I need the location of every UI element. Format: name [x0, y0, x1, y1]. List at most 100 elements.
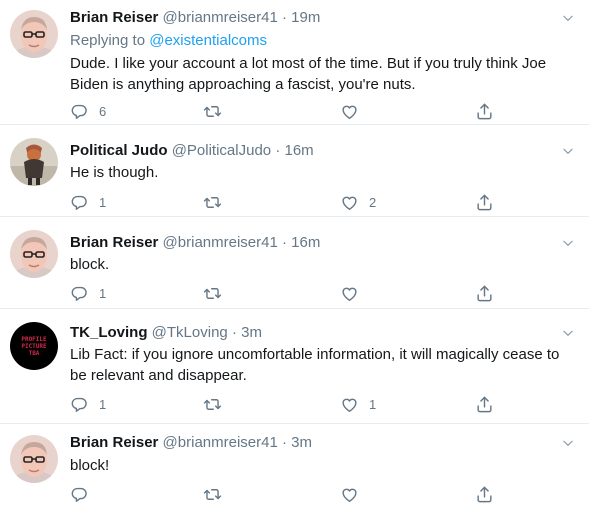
chevron-down-icon[interactable]: [561, 236, 575, 250]
avatar-text: PICTURE: [21, 342, 47, 350]
timestamp[interactable]: 19m: [291, 9, 320, 26]
chevron-down-icon[interactable]: [561, 436, 575, 450]
separator: ·: [282, 9, 287, 26]
retweet-icon: [203, 102, 222, 121]
tweet-actions: [0, 484, 589, 504]
share-icon: [475, 284, 494, 303]
separator: ·: [275, 142, 281, 159]
tweet-text: Dude. I like your account a lot most of …: [70, 53, 570, 95]
tweet-text: block!: [70, 455, 570, 476]
tweet-text-line: block.: [70, 256, 110, 273]
tweet-header: Brian Reiser @brianmreiser41 · 16m: [70, 233, 320, 253]
tweet-text-line: He is though.: [70, 164, 159, 181]
reply-icon: [70, 395, 89, 414]
heart-icon: [340, 485, 359, 504]
reply-icon: [70, 485, 89, 504]
like-button[interactable]: 2: [340, 192, 376, 212]
display-name[interactable]: Brian Reiser: [70, 234, 158, 251]
tweet-text-line: Biden is anything approaching a fascist,…: [70, 76, 416, 93]
user-handle[interactable]: @brianmreiser41: [163, 234, 278, 251]
reply-count: 6: [99, 103, 107, 119]
reply-icon: [70, 102, 89, 121]
chevron-down-icon[interactable]: [561, 326, 575, 340]
reply-button[interactable]: 6: [70, 101, 106, 121]
tweet-text-line: block!: [70, 457, 110, 474]
like-button[interactable]: [340, 283, 369, 303]
avatar[interactable]: [10, 138, 58, 186]
tweet-text: He is though.: [70, 162, 570, 183]
share-icon: [475, 485, 494, 504]
tweet-brian-reiser-2[interactable]: Brian Reiser @brianmreiser41 · 16m block…: [0, 217, 589, 309]
tweet-brian-reiser-1[interactable]: Brian Reiser @brianmreiser41 · 19m Reply…: [0, 0, 589, 125]
tweet-actions: 6: [0, 101, 589, 121]
like-button[interactable]: [340, 484, 369, 504]
reply-count: 1: [99, 396, 107, 412]
share-icon: [475, 395, 494, 414]
tweet-political-judo[interactable]: Political Judo @PoliticalJudo · 16m He i…: [0, 125, 589, 217]
retweet-button[interactable]: [203, 394, 232, 414]
share-button[interactable]: [475, 192, 494, 212]
reply-icon: [70, 193, 89, 212]
avatar[interactable]: [10, 230, 58, 278]
replying-to: Replying to @existentialcoms: [70, 31, 267, 51]
tweet-tk-loving[interactable]: PROFILE PICTURE TBA TK_Loving @TkLoving …: [0, 309, 589, 424]
tweet-actions: 1 2: [0, 192, 589, 212]
tweet-text-line: be relevant and disappear.: [70, 367, 247, 384]
share-button[interactable]: [475, 484, 494, 504]
replying-to-label: Replying to: [70, 32, 146, 49]
like-count: 2: [369, 194, 377, 210]
user-handle[interactable]: @PoliticalJudo: [172, 142, 271, 159]
user-handle[interactable]: @brianmreiser41: [163, 434, 278, 451]
retweet-icon: [203, 284, 222, 303]
retweet-icon: [203, 193, 222, 212]
retweet-button[interactable]: [203, 101, 232, 121]
reply-button[interactable]: 1: [70, 192, 106, 212]
timestamp[interactable]: 3m: [241, 324, 262, 341]
chevron-down-icon[interactable]: [561, 11, 575, 25]
tweet-text: Lib Fact: if you ignore uncomfortable in…: [70, 344, 570, 386]
timestamp[interactable]: 3m: [291, 434, 312, 451]
separator: ·: [231, 324, 237, 341]
like-button[interactable]: 1: [340, 394, 376, 414]
like-button[interactable]: [340, 101, 369, 121]
avatar[interactable]: [10, 435, 58, 483]
timestamp[interactable]: 16m: [284, 142, 313, 159]
reply-icon: [70, 284, 89, 303]
display-name[interactable]: Brian Reiser: [70, 9, 158, 26]
tweet-header: TK_Loving @TkLoving · 3m: [70, 323, 262, 343]
retweet-button[interactable]: [203, 283, 232, 303]
avatar[interactable]: [10, 10, 58, 58]
tweet-header: Political Judo @PoliticalJudo · 16m: [70, 141, 314, 161]
display-name[interactable]: Political Judo: [70, 142, 168, 159]
share-button[interactable]: [475, 283, 494, 303]
reply-button[interactable]: 1: [70, 394, 106, 414]
user-handle[interactable]: @TkLoving: [152, 324, 228, 341]
tweet-header: Brian Reiser @brianmreiser41 · 3m: [70, 433, 312, 453]
tweet-text: block.: [70, 254, 570, 275]
reply-count: 1: [99, 285, 107, 301]
heart-icon: [340, 284, 359, 303]
reply-button[interactable]: [70, 484, 99, 504]
timestamp[interactable]: 16m: [291, 234, 320, 251]
separator: ·: [282, 234, 287, 251]
tweet-brian-reiser-3[interactable]: Brian Reiser @brianmreiser41 · 3m block!: [0, 424, 589, 508]
user-handle[interactable]: @brianmreiser41: [163, 9, 278, 26]
replying-to-link[interactable]: @existentialcoms: [149, 32, 267, 49]
retweet-button[interactable]: [203, 484, 232, 504]
tweet-text-line: Lib Fact: if you ignore uncomfortable in…: [70, 346, 560, 363]
reply-button[interactable]: 1: [70, 283, 106, 303]
chevron-down-icon[interactable]: [561, 144, 575, 158]
tweet-header: Brian Reiser @brianmreiser41 · 19m: [70, 8, 320, 28]
share-button[interactable]: [475, 394, 494, 414]
share-button[interactable]: [475, 101, 494, 121]
tweet-actions: 1: [0, 283, 589, 303]
display-name[interactable]: Brian Reiser: [70, 434, 158, 451]
separator: ·: [282, 434, 287, 451]
display-name[interactable]: TK_Loving: [70, 324, 148, 341]
like-count: 1: [369, 396, 377, 412]
avatar[interactable]: PROFILE PICTURE TBA: [10, 322, 58, 370]
heart-icon: [340, 102, 359, 121]
avatar-text: TBA: [28, 349, 40, 357]
heart-icon: [340, 395, 359, 414]
retweet-button[interactable]: [203, 192, 232, 212]
